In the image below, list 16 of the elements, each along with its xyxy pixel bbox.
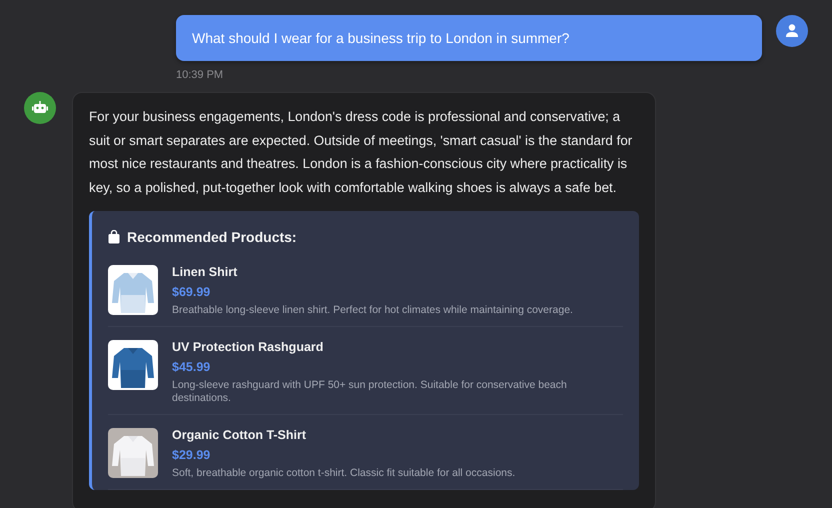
bot-avatar-icon <box>24 92 56 124</box>
user-avatar-icon <box>776 15 808 47</box>
product-price: $29.99 <box>172 448 212 462</box>
product-description: Long-sleeve rashguard with UPF 50+ sun protection. Suitable for conservative beach destinations. <box>172 379 568 405</box>
product-name: Linen Shirt <box>172 265 238 279</box>
products-title: Recommended Products: <box>127 229 297 245</box>
product-name: UV Protection Rashguard <box>172 340 324 354</box>
user-message: What should I wear for a business trip to London in summer? <box>176 15 762 61</box>
product-description: Breathable long-sleeve linen shirt. Perfect for hot climates while maintaining coverage. <box>172 304 574 317</box>
product-description: Soft, breathable organic cotton t-shirt. Classic fit suitable for all occasions. <box>172 467 516 480</box>
bot-message: For your business engagements, London's dress code is professional and conservative; a suit or smart separates are expected. Outside of meetings, 'smart casual' is the standard for most nice restaurants and theatres. London is a fashion-conscious city where practicality is key, so a polished, put-together look with comfortable walking shoes is always a safe bet. <box>89 108 634 197</box>
product-price: $45.99 <box>172 360 212 374</box>
message-time: 10:39 PM <box>176 69 224 81</box>
shopping-bag-icon <box>108 230 120 244</box>
product-price: $69.99 <box>172 285 212 299</box>
product-name: Organic Cotton T-Shirt <box>172 428 308 442</box>
